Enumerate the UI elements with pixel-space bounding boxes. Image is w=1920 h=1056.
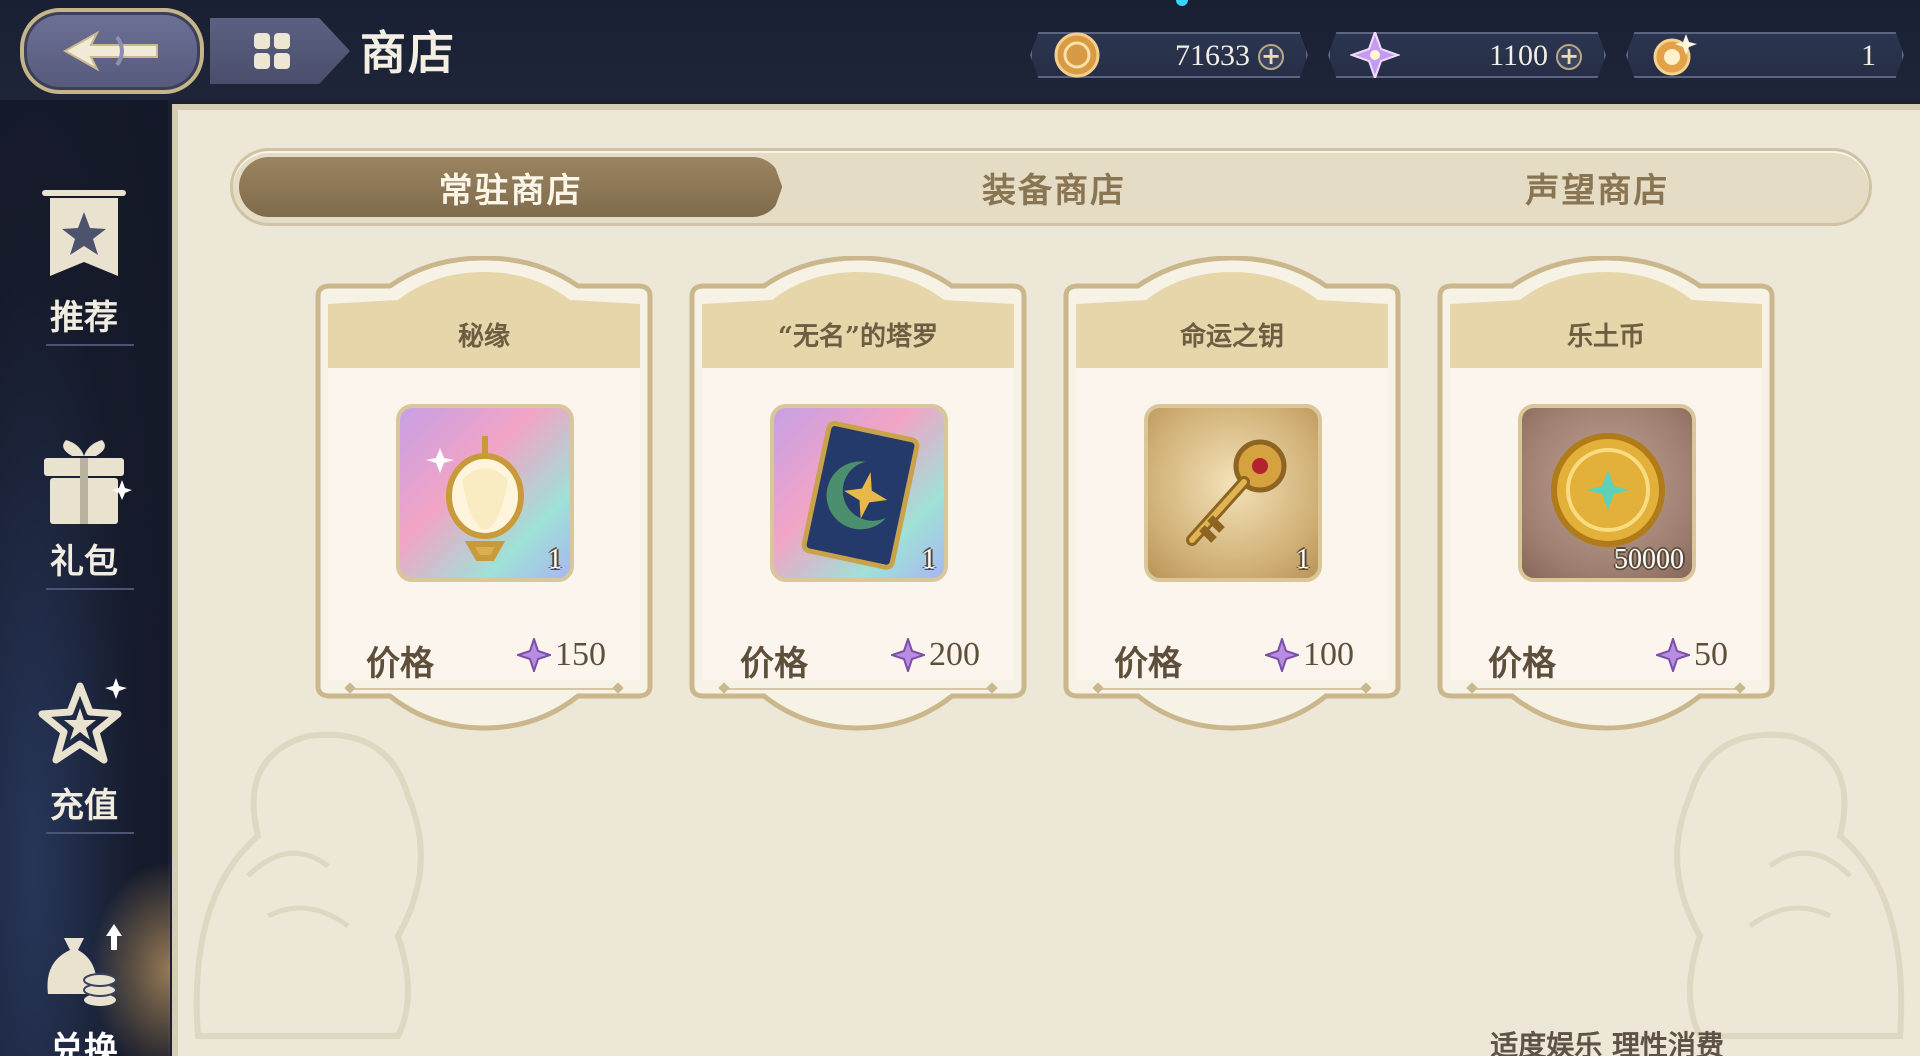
product-card[interactable]: 秘缘 1 价格 150 — [310, 256, 658, 756]
product-price: 100 — [1265, 636, 1354, 674]
coin-add-button[interactable]: + — [1258, 44, 1284, 70]
star-gem-icon — [1350, 32, 1400, 78]
back-button[interactable] — [20, 8, 204, 94]
price-label: 价格 — [366, 644, 434, 684]
product-quantity: 1 — [1296, 544, 1310, 575]
gold-coin-icon — [1052, 32, 1102, 78]
grid-menu-icon — [254, 33, 290, 69]
price-label: 价格 — [1114, 644, 1182, 684]
price-label: 价格 — [1488, 644, 1556, 684]
shop-panel: 常驻商店 装备商店 声望商店 秘缘 1 价格 150 “无名”的塔罗 1 价格 … — [172, 104, 1920, 1056]
sidebar-item-label: 充值 — [50, 786, 118, 826]
currency-coin: 71633 + — [1030, 32, 1308, 78]
price-value: 100 — [1303, 636, 1354, 673]
product-card[interactable]: 乐土币 50000 价格 50 — [1432, 256, 1780, 756]
sidebar-item-exchange[interactable]: 兑换 — [0, 888, 168, 1056]
price-value: 150 — [555, 636, 606, 673]
product-price: 150 — [517, 636, 606, 674]
sidebar-item-topup[interactable]: 充值 — [0, 644, 168, 834]
star-gem-icon — [891, 638, 925, 672]
price-divider — [724, 688, 992, 690]
product-image: 50000 — [1518, 404, 1696, 582]
money-bag-exchange-icon — [34, 918, 134, 1018]
sidebar-divider — [46, 344, 134, 346]
star-gem-icon — [1265, 638, 1299, 672]
currency-star-gem: 1100 + — [1328, 32, 1606, 78]
star-gem-icon — [1656, 638, 1690, 672]
sidebar-item-recommend[interactable]: 推荐 — [0, 156, 168, 346]
product-name: 乐土币 — [1566, 322, 1645, 352]
coin-amount: 71633 — [1175, 39, 1250, 72]
golden-key-icon — [1186, 439, 1287, 546]
price-divider — [350, 688, 618, 690]
page-title: 商店 — [360, 26, 456, 80]
star-banner-icon — [34, 186, 134, 286]
tab-reputation-shop[interactable]: 声望商店 — [1326, 151, 1869, 223]
product-card[interactable]: “无名”的塔罗 1 价格 200 — [684, 256, 1032, 756]
back-arrow-icon — [62, 30, 158, 72]
shop-tabs: 常驻商店 装备商店 声望商店 — [230, 148, 1872, 226]
menu-button[interactable] — [210, 18, 350, 84]
gift-box-icon — [34, 430, 134, 530]
tarot-card-icon — [801, 421, 920, 570]
star-gem-amount: 1100 — [1489, 39, 1548, 72]
product-image: 1 — [396, 404, 574, 582]
wish-token-amount: 1 — [1861, 39, 1876, 72]
product-card[interactable]: 命运之钥 1 价格 100 — [1058, 256, 1406, 756]
price-value: 200 — [929, 636, 980, 673]
star-gem-icon — [517, 638, 551, 672]
product-image: 1 — [1144, 404, 1322, 582]
product-name: 秘缘 — [457, 322, 510, 352]
sidebar-item-label: 推荐 — [50, 298, 118, 338]
product-quantity: 1 — [922, 544, 936, 575]
product-price: 50 — [1656, 636, 1728, 674]
sidebar-divider — [46, 588, 134, 590]
tab-regular-shop[interactable]: 常驻商店 — [239, 157, 783, 217]
sidebar-item-label: 礼包 — [50, 542, 118, 582]
top-spark — [1176, 0, 1188, 6]
wish-token-icon — [1648, 32, 1698, 78]
top-bar: 商店 71633 + 1100 + 1 — [0, 0, 1920, 100]
price-label: 价格 — [740, 644, 808, 684]
product-name: 命运之钥 — [1179, 322, 1284, 352]
moderation-notice: 适度娱乐 理性消费 — [1490, 1029, 1724, 1056]
price-value: 50 — [1694, 636, 1728, 673]
price-divider — [1472, 688, 1740, 690]
product-quantity: 1 — [548, 544, 562, 575]
sidebar: 推荐 礼包 充值 兑换 — [0, 100, 170, 1056]
star-topup-icon — [34, 674, 134, 774]
sidebar-item-gift[interactable]: 礼包 — [0, 400, 168, 590]
product-image: 1 — [770, 404, 948, 582]
sidebar-item-label: 兑换 — [50, 1030, 118, 1056]
product-price: 200 — [891, 636, 980, 674]
sidebar-divider — [46, 832, 134, 834]
star-gem-add-button[interactable]: + — [1556, 44, 1582, 70]
product-name: “无名”的塔罗 — [778, 322, 938, 352]
tab-equipment-shop[interactable]: 装备商店 — [782, 151, 1325, 223]
lantern-flower-icon — [426, 436, 524, 561]
price-divider — [1098, 688, 1366, 690]
currency-wish-token: 1 — [1626, 32, 1904, 78]
product-quantity: 50000 — [1614, 544, 1684, 575]
